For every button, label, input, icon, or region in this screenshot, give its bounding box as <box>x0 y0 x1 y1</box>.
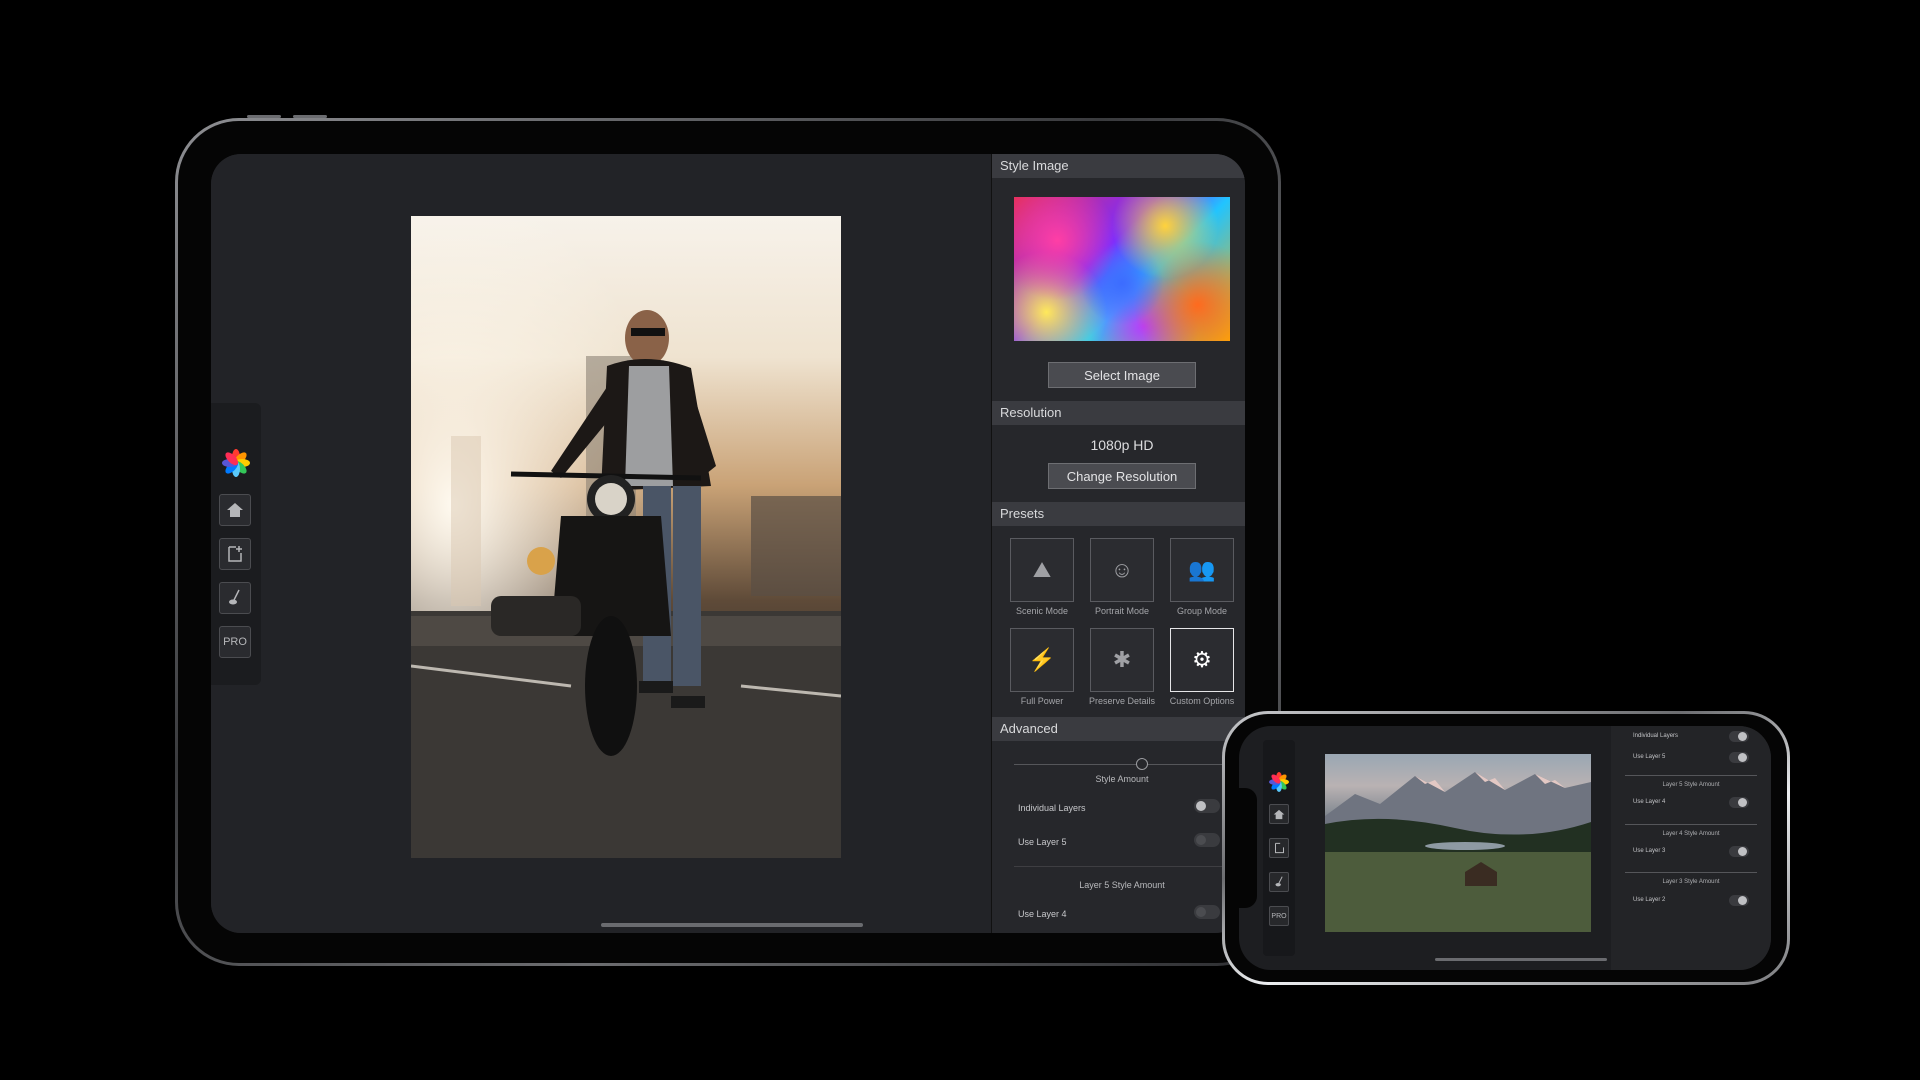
phone-individual-layers-toggle[interactable] <box>1729 731 1749 742</box>
phone-individual-layers-label: Individual Layers <box>1633 733 1679 739</box>
portrait-mode-label: Portrait Mode <box>1094 606 1150 616</box>
group-mode-label: Group Mode <box>1176 606 1228 616</box>
flower-logo-icon <box>222 449 250 477</box>
phone-use-layer-3-label: Use Layer 3 <box>1633 848 1666 854</box>
use-layer-4-toggle[interactable] <box>1194 905 1220 919</box>
phone-tool-sidebar: PRO <box>1263 740 1295 956</box>
phone-use-layer-4-label: Use Layer 4 <box>1633 799 1666 805</box>
use-layer-5-toggle[interactable] <box>1194 833 1220 847</box>
individual-layers-toggle[interactable] <box>1194 799 1220 813</box>
group-mode-button[interactable]: 👥 <box>1170 538 1234 602</box>
iphone-device: PRO Individual Layers Use Layer 5 Layer … <box>1222 711 1790 985</box>
new-document-icon <box>228 546 242 562</box>
brush-button[interactable] <box>219 582 251 614</box>
group-icon: 👥 <box>1188 557 1216 582</box>
home-indicator <box>601 923 863 927</box>
home-icon <box>227 503 243 517</box>
portrait-icon: ☺ <box>1110 557 1134 582</box>
flower-logo-icon <box>1269 772 1289 792</box>
brush-icon <box>229 589 240 605</box>
phone-layer-5-slider[interactable] <box>1625 775 1757 776</box>
gear-icon: ⚙ <box>1192 647 1212 672</box>
select-image-button[interactable]: Select Image <box>1048 362 1196 388</box>
advanced-header: Advanced <box>992 717 1245 741</box>
portrait-mode-button[interactable]: ☺ <box>1090 538 1154 602</box>
scenic-mode-button[interactable]: ⛰ <box>1010 538 1074 602</box>
home-button[interactable] <box>219 494 251 526</box>
phone-use-layer-2-toggle[interactable] <box>1729 895 1749 906</box>
ipad-device: PRO Style Image Select Image Resolution … <box>175 115 1281 966</box>
phone-use-layer-5-toggle[interactable] <box>1729 752 1749 763</box>
phone-home-button[interactable] <box>1269 804 1289 824</box>
iphone-bezel: PRO Individual Layers Use Layer 5 Layer … <box>1225 714 1787 982</box>
phone-layer-4-style-amount-label: Layer 4 Style Amount <box>1662 831 1720 837</box>
phone-layer-3-style-amount-label: Layer 3 Style Amount <box>1662 879 1720 885</box>
phone-home-indicator <box>1435 958 1607 961</box>
iphone-screen: PRO Individual Layers Use Layer 5 Layer … <box>1239 726 1771 970</box>
phone-layer-4-slider[interactable] <box>1625 824 1757 825</box>
resolution-value: 1080p HD <box>1090 437 1154 453</box>
presets-header: Presets <box>992 502 1245 526</box>
pro-button[interactable]: PRO <box>219 626 251 658</box>
phone-use-layer-2-label: Use Layer 2 <box>1633 897 1666 903</box>
use-layer-5-label: Use Layer 5 <box>1018 837 1067 847</box>
change-resolution-button[interactable]: Change Resolution <box>1048 463 1196 489</box>
landscape-photo <box>1325 754 1591 932</box>
phone-brush-button[interactable] <box>1269 872 1289 892</box>
phone-settings-panel: Individual Layers Use Layer 5 Layer 5 St… <box>1611 726 1771 970</box>
ipad-bezel: PRO Style Image Select Image Resolution … <box>178 121 1278 963</box>
style-amount-label: Style Amount <box>1095 774 1149 784</box>
brush-icon <box>1275 876 1283 887</box>
iphone-notch <box>1239 788 1257 908</box>
individual-layers-label: Individual Layers <box>1018 803 1086 813</box>
preserve-details-button[interactable]: ✱ <box>1090 628 1154 692</box>
custom-options-button[interactable]: ⚙ <box>1170 628 1234 692</box>
phone-use-layer-4-toggle[interactable] <box>1729 797 1749 808</box>
phone-new-document-button[interactable] <box>1269 838 1289 858</box>
mountain-landscape <box>1325 772 1591 932</box>
lightning-icon: ⚡ <box>1028 647 1056 672</box>
phone-use-layer-5-label: Use Layer 5 <box>1633 754 1666 760</box>
layer-5-style-slider-track[interactable] <box>1014 866 1245 867</box>
resolution-header: Resolution <box>992 401 1245 425</box>
tool-sidebar: PRO <box>211 403 261 685</box>
ipad-top-button <box>293 115 327 118</box>
style-amount-slider-knob[interactable] <box>1136 758 1148 770</box>
home-icon <box>1273 809 1285 819</box>
phone-use-layer-3-toggle[interactable] <box>1729 846 1749 857</box>
details-icon: ✱ <box>1112 647 1132 672</box>
scenic-mode-label: Scenic Mode <box>1015 606 1069 616</box>
motorcycle-photo <box>411 216 841 858</box>
preserve-details-label: Preserve Details <box>1088 696 1156 706</box>
custom-options-label: Custom Options <box>1169 696 1235 706</box>
new-document-icon <box>1274 842 1284 854</box>
full-power-button[interactable]: ⚡ <box>1010 628 1074 692</box>
new-document-button[interactable] <box>219 538 251 570</box>
phone-pro-button[interactable]: PRO <box>1269 906 1289 926</box>
scenic-icon: ⛰ <box>1032 557 1052 582</box>
canvas-area: PRO <box>211 154 991 933</box>
full-power-label: Full Power <box>1020 696 1064 706</box>
style-amount-slider-track[interactable] <box>1014 764 1245 765</box>
phone-layer-3-slider[interactable] <box>1625 872 1757 873</box>
phone-layer-5-style-amount-label: Layer 5 Style Amount <box>1662 782 1720 788</box>
layer-5-style-amount-label: Layer 5 Style Amount <box>1079 880 1165 890</box>
settings-panel: Style Image Select Image Resolution 1080… <box>991 154 1245 933</box>
ipad-screen: PRO Style Image Select Image Resolution … <box>211 154 1245 933</box>
use-layer-4-label: Use Layer 4 <box>1018 909 1067 919</box>
style-image-header: Style Image <box>992 154 1245 178</box>
content-photo <box>411 216 841 858</box>
style-image-thumbnail[interactable] <box>1014 197 1230 341</box>
ipad-top-button <box>247 115 281 118</box>
